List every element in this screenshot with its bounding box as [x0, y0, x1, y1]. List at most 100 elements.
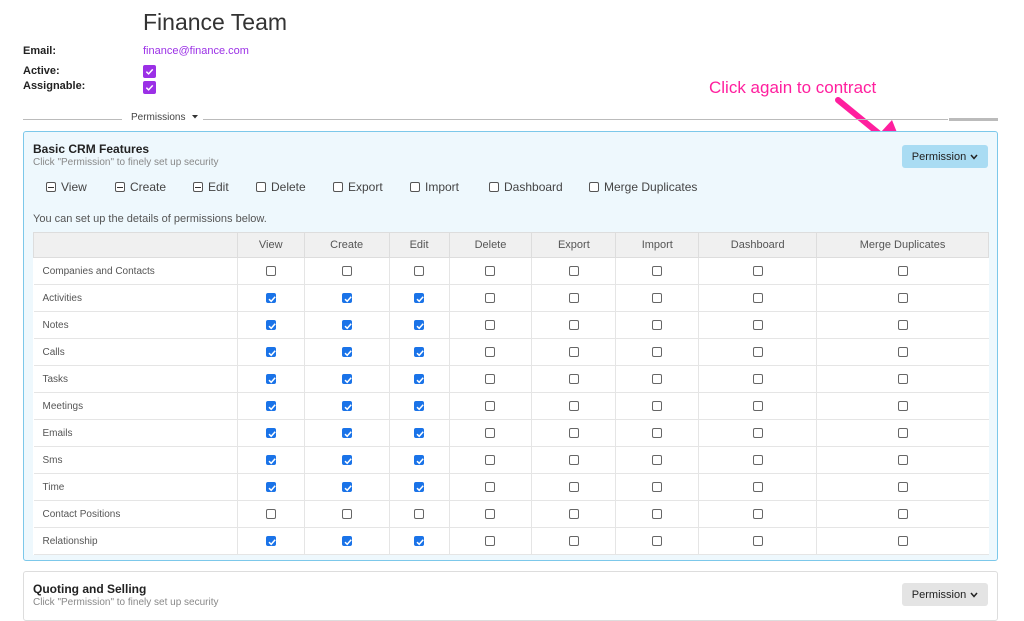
permission-checkbox[interactable] [897, 536, 908, 547]
permission-checkbox[interactable] [265, 293, 276, 304]
permission-button[interactable]: Permission [902, 583, 988, 606]
permission-checkbox[interactable] [568, 293, 579, 304]
permission-checkbox[interactable] [652, 536, 663, 547]
permission-checkbox[interactable] [341, 509, 352, 520]
permission-checkbox[interactable] [568, 455, 579, 466]
permission-checkbox[interactable] [485, 482, 496, 493]
permission-checkbox[interactable] [341, 320, 352, 331]
permission-checkbox[interactable] [568, 347, 579, 358]
permission-checkbox[interactable] [652, 509, 663, 520]
permission-checkbox[interactable] [485, 401, 496, 412]
assignable-checkbox[interactable] [143, 81, 156, 94]
toggle-delete[interactable]: Delete [256, 180, 306, 194]
permission-checkbox[interactable] [265, 320, 276, 331]
permission-checkbox[interactable] [265, 536, 276, 547]
permission-checkbox[interactable] [485, 374, 496, 385]
permission-checkbox[interactable] [414, 536, 425, 547]
permission-checkbox[interactable] [485, 347, 496, 358]
permission-checkbox[interactable] [414, 428, 425, 439]
permission-checkbox[interactable] [341, 293, 352, 304]
permission-checkbox[interactable] [897, 347, 908, 358]
permission-checkbox[interactable] [897, 455, 908, 466]
permission-checkbox[interactable] [485, 536, 496, 547]
toggle-view[interactable]: View [46, 180, 87, 194]
permission-checkbox[interactable] [752, 509, 763, 520]
permission-checkbox[interactable] [341, 482, 352, 493]
permission-checkbox[interactable] [341, 374, 352, 385]
permission-checkbox[interactable] [265, 401, 276, 412]
toggle-merge-duplicates[interactable]: Merge Duplicates [589, 180, 697, 194]
permission-checkbox[interactable] [265, 482, 276, 493]
permission-checkbox[interactable] [485, 293, 496, 304]
permission-checkbox[interactable] [652, 482, 663, 493]
permission-checkbox[interactable] [568, 320, 579, 331]
permission-checkbox[interactable] [414, 266, 425, 277]
permission-checkbox[interactable] [568, 266, 579, 277]
permission-checkbox[interactable] [752, 401, 763, 412]
permission-checkbox[interactable] [568, 509, 579, 520]
permission-checkbox[interactable] [568, 428, 579, 439]
active-checkbox[interactable] [143, 65, 156, 78]
permission-checkbox[interactable] [485, 266, 496, 277]
permission-checkbox[interactable] [414, 347, 425, 358]
permission-checkbox[interactable] [652, 374, 663, 385]
permission-checkbox[interactable] [897, 401, 908, 412]
permission-checkbox[interactable] [414, 374, 425, 385]
permission-checkbox[interactable] [897, 374, 908, 385]
permission-checkbox[interactable] [752, 347, 763, 358]
permission-checkbox[interactable] [897, 509, 908, 520]
permission-checkbox[interactable] [897, 293, 908, 304]
permission-checkbox[interactable] [897, 266, 908, 277]
permission-checkbox[interactable] [414, 482, 425, 493]
permission-checkbox[interactable] [265, 266, 276, 277]
permission-checkbox[interactable] [652, 266, 663, 277]
permission-checkbox[interactable] [897, 482, 908, 493]
permission-checkbox[interactable] [897, 428, 908, 439]
permission-checkbox[interactable] [568, 374, 579, 385]
permission-checkbox[interactable] [341, 266, 352, 277]
permissions-toggle[interactable]: Permissions [131, 112, 199, 123]
permission-checkbox[interactable] [414, 455, 425, 466]
permission-button[interactable]: Permission [902, 145, 988, 168]
permission-checkbox[interactable] [568, 401, 579, 412]
permission-checkbox[interactable] [265, 509, 276, 520]
permission-checkbox[interactable] [752, 428, 763, 439]
toggle-export[interactable]: Export [333, 180, 383, 194]
permission-checkbox[interactable] [341, 401, 352, 412]
permission-checkbox[interactable] [752, 266, 763, 277]
toggle-dashboard[interactable]: Dashboard [489, 180, 563, 194]
permission-checkbox[interactable] [652, 455, 663, 466]
permission-checkbox[interactable] [568, 536, 579, 547]
permission-checkbox[interactable] [752, 320, 763, 331]
permission-checkbox[interactable] [752, 536, 763, 547]
permission-checkbox[interactable] [752, 293, 763, 304]
permission-checkbox[interactable] [652, 347, 663, 358]
permission-checkbox[interactable] [897, 320, 908, 331]
permission-checkbox[interactable] [265, 347, 276, 358]
permission-checkbox[interactable] [485, 509, 496, 520]
permission-checkbox[interactable] [341, 536, 352, 547]
permission-checkbox[interactable] [414, 509, 425, 520]
toggle-create[interactable]: Create [115, 180, 166, 194]
permission-checkbox[interactable] [341, 428, 352, 439]
toggle-import[interactable]: Import [410, 180, 459, 194]
permission-checkbox[interactable] [485, 455, 496, 466]
permission-checkbox[interactable] [414, 293, 425, 304]
toggle-edit[interactable]: Edit [193, 180, 229, 194]
permission-checkbox[interactable] [652, 293, 663, 304]
permission-checkbox[interactable] [752, 455, 763, 466]
permission-checkbox[interactable] [752, 482, 763, 493]
permission-checkbox[interactable] [485, 320, 496, 331]
permission-checkbox[interactable] [341, 347, 352, 358]
permission-checkbox[interactable] [485, 428, 496, 439]
permission-checkbox[interactable] [265, 428, 276, 439]
permission-checkbox[interactable] [652, 320, 663, 331]
permission-checkbox[interactable] [265, 455, 276, 466]
permission-checkbox[interactable] [414, 320, 425, 331]
permission-checkbox[interactable] [652, 401, 663, 412]
permission-checkbox[interactable] [341, 455, 352, 466]
permission-checkbox[interactable] [568, 482, 579, 493]
permission-checkbox[interactable] [414, 401, 425, 412]
permission-checkbox[interactable] [265, 374, 276, 385]
permission-checkbox[interactable] [752, 374, 763, 385]
